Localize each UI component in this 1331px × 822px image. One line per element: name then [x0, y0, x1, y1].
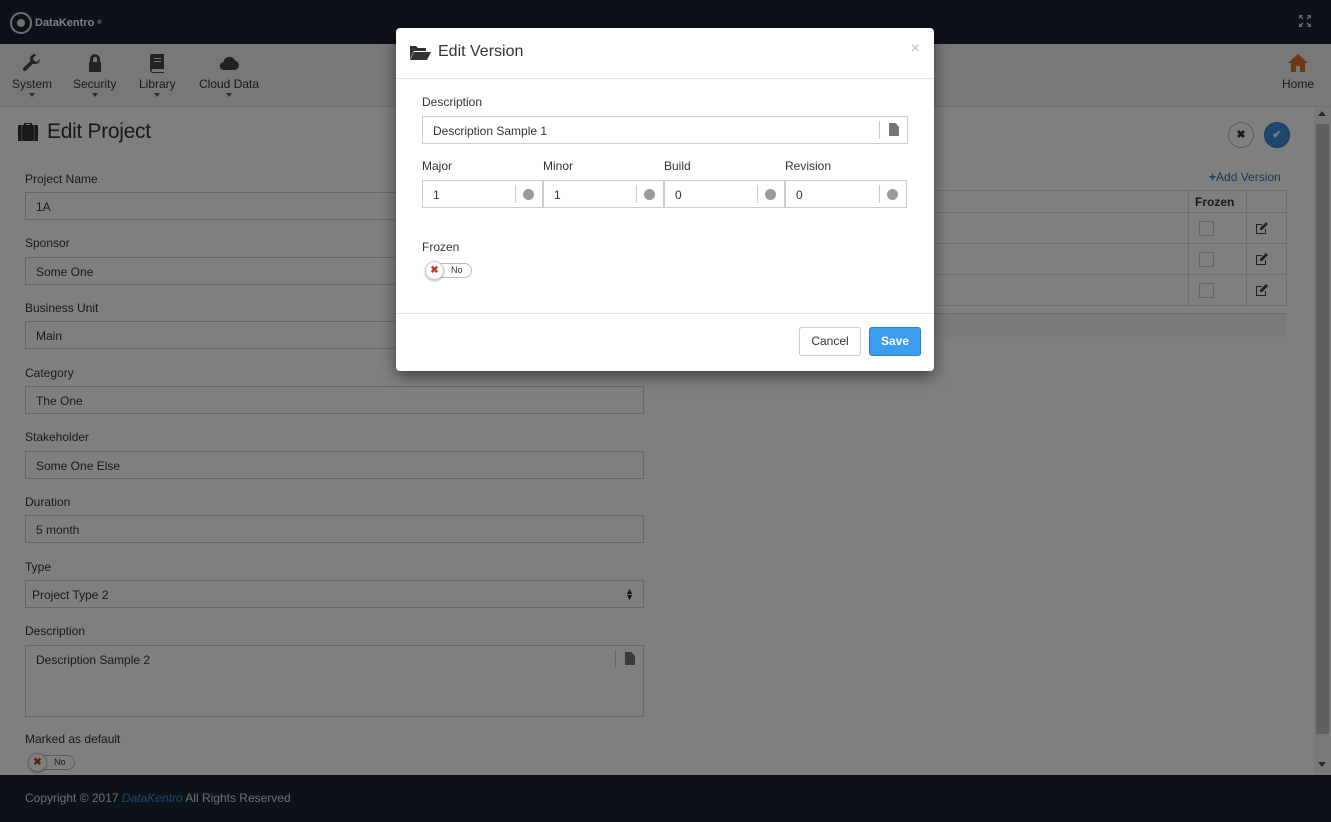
separator — [636, 185, 637, 203]
version-description-value: Description Sample 1 — [433, 124, 548, 138]
revision-label: Revision — [785, 159, 832, 173]
circle-icon — [887, 189, 898, 200]
circle-icon — [765, 189, 776, 200]
revision-value: 0 — [796, 188, 803, 202]
frozen-toggle[interactable]: ✖ No — [425, 261, 472, 280]
modal-title: Edit Version — [409, 43, 523, 61]
minor-input[interactable]: 1 — [543, 180, 664, 208]
major-value: 1 — [433, 188, 440, 202]
folder-open-icon — [410, 45, 431, 60]
modal-close-icon[interactable]: × — [911, 40, 920, 58]
version-description-label: Description — [422, 95, 483, 109]
minor-value: 1 — [554, 188, 561, 202]
separator — [515, 185, 516, 203]
modal-header: Edit Version × — [396, 28, 934, 79]
minor-label: Minor — [543, 159, 574, 173]
separator — [879, 185, 880, 203]
build-label: Build — [664, 159, 691, 173]
frozen-label: Frozen — [422, 240, 460, 254]
major-input[interactable]: 1 — [422, 180, 543, 208]
cancel-button[interactable]: Cancel — [799, 327, 861, 356]
major-label: Major — [422, 159, 453, 173]
separator — [757, 185, 758, 203]
modal-footer: Cancel Save — [396, 313, 934, 371]
document-icon[interactable] — [889, 123, 899, 136]
build-input[interactable]: 0 — [664, 180, 785, 208]
circle-icon — [523, 189, 534, 200]
build-value: 0 — [675, 188, 682, 202]
toggle-off-icon: ✖ — [425, 261, 444, 280]
circle-icon — [644, 189, 655, 200]
separator — [879, 121, 880, 139]
save-button[interactable]: Save — [869, 327, 921, 356]
toggle-text: No — [451, 265, 463, 275]
version-description-input[interactable]: Description Sample 1 — [422, 116, 908, 144]
revision-input[interactable]: 0 — [785, 180, 907, 208]
edit-version-modal: Edit Version × Description Description S… — [396, 28, 934, 371]
